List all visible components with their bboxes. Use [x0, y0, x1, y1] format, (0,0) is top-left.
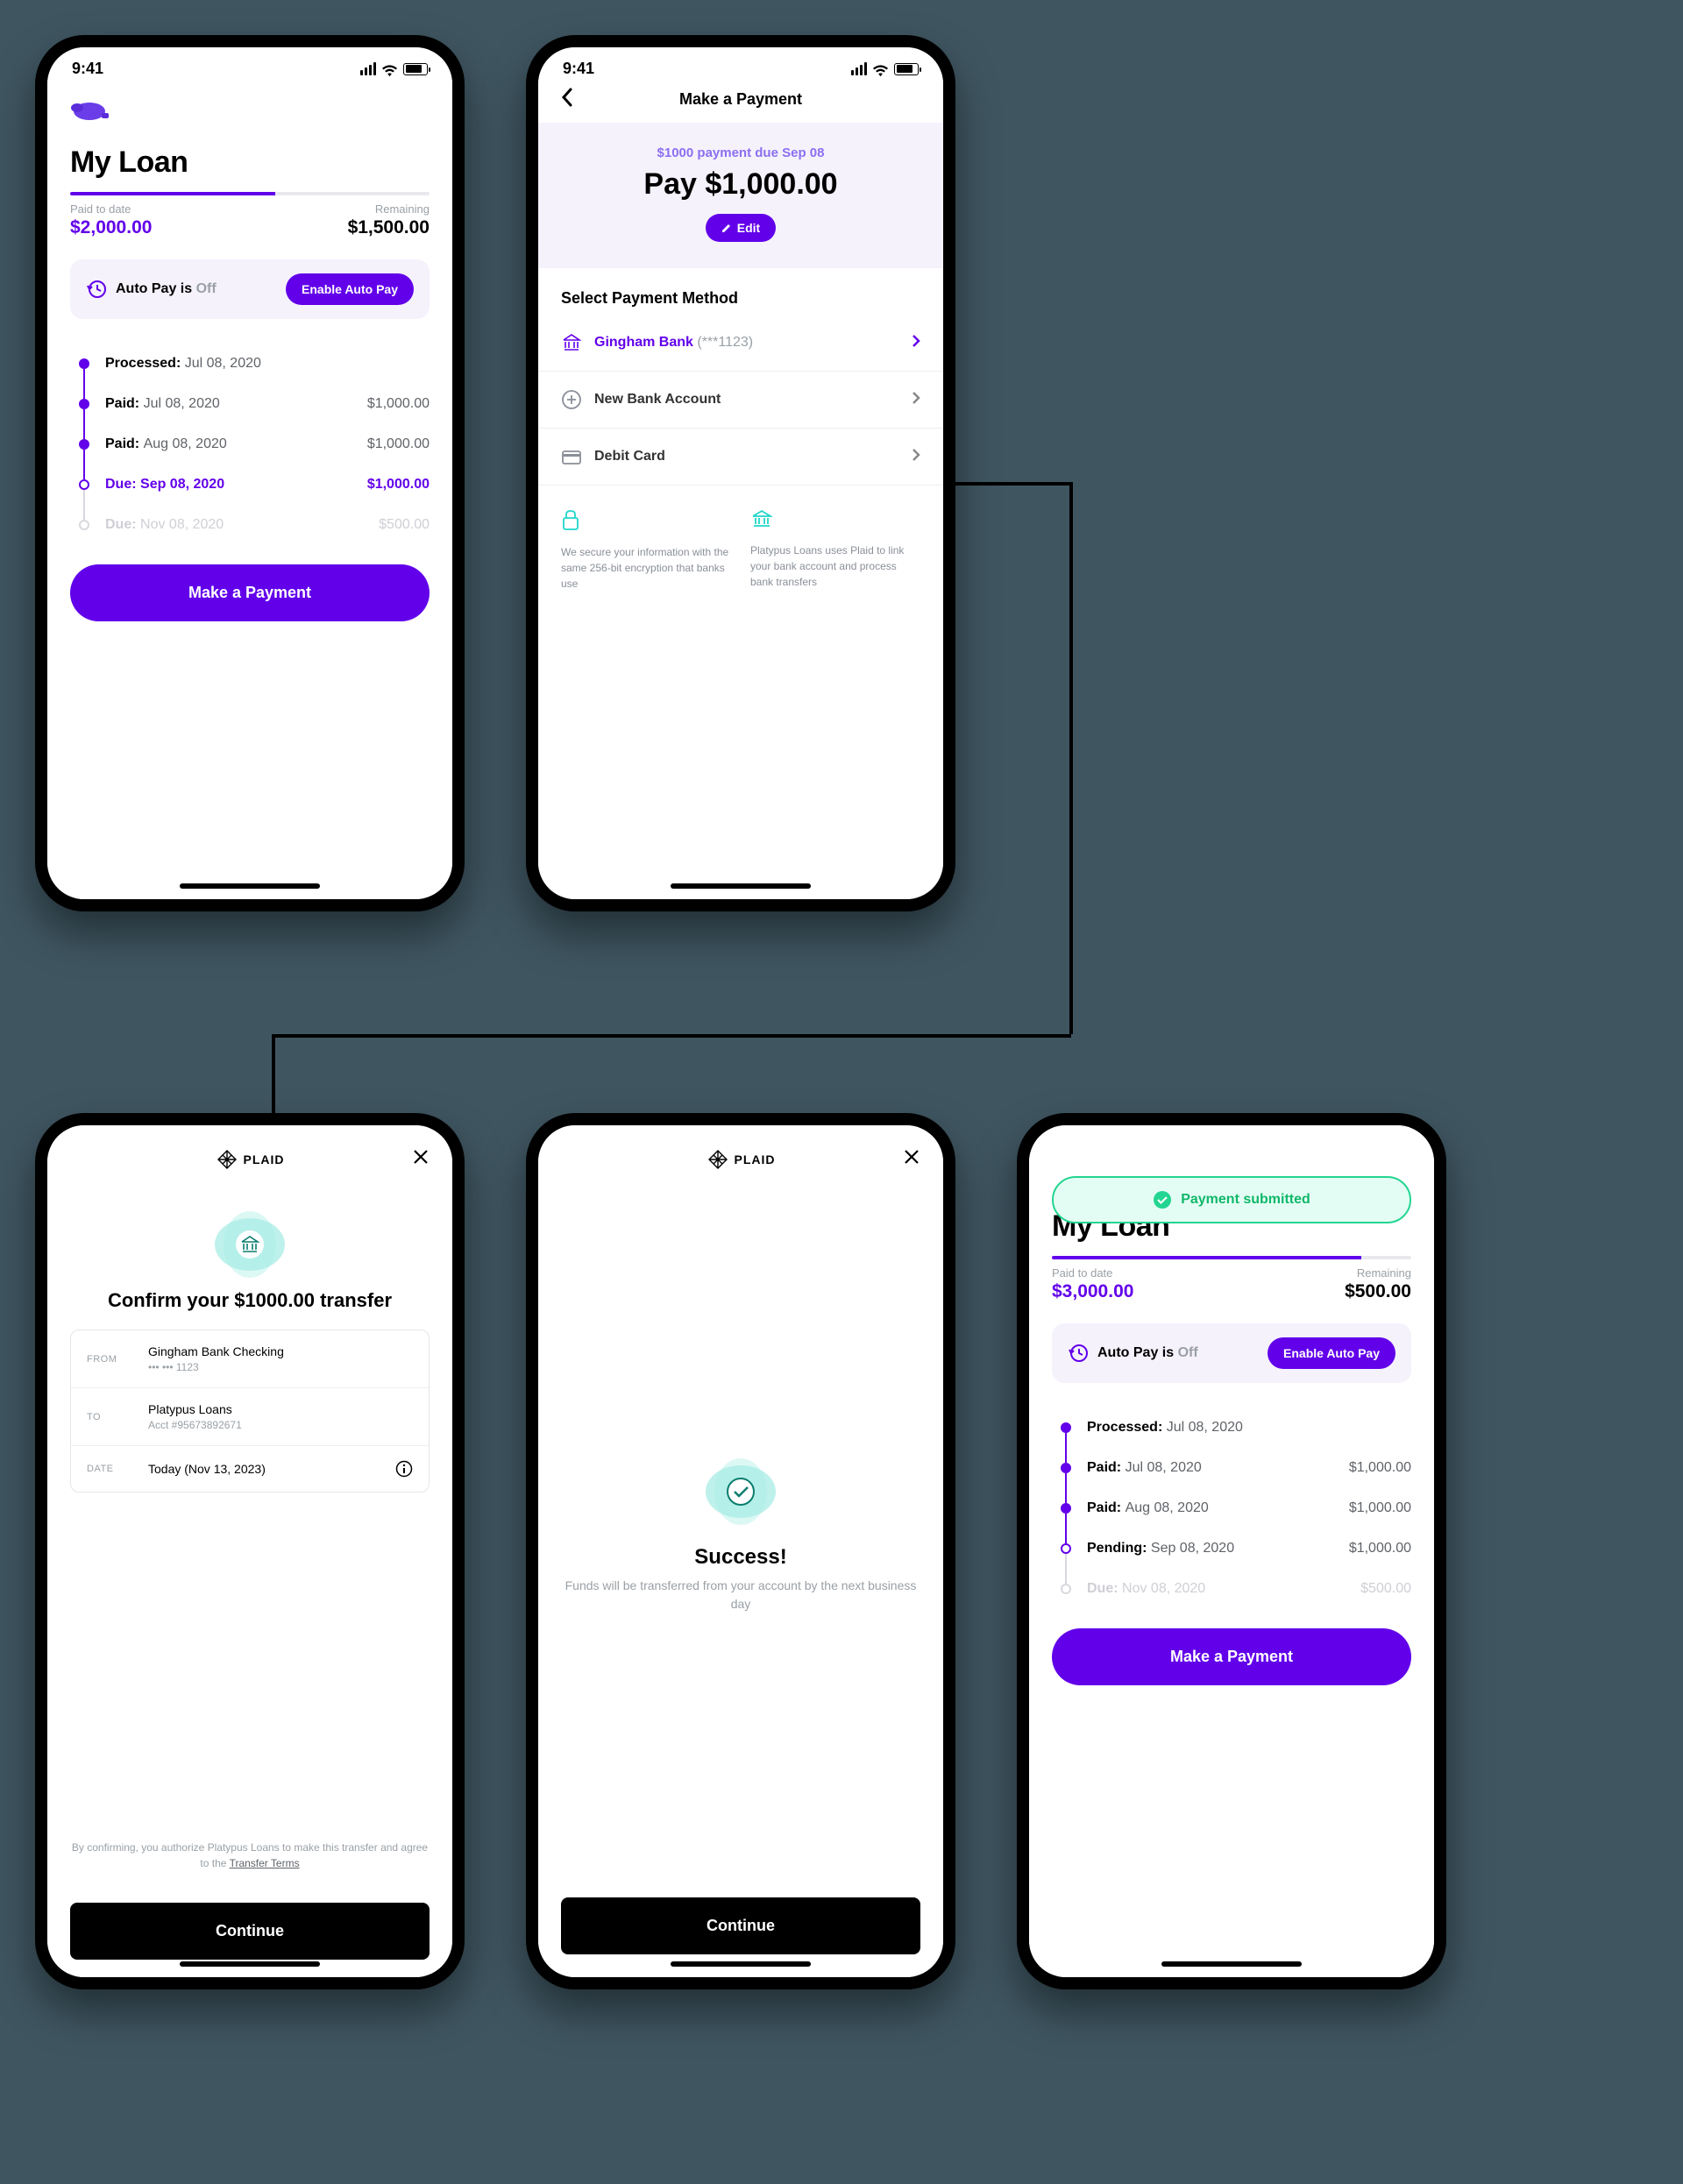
transfer-terms-link[interactable]: Transfer Terms	[230, 1857, 300, 1869]
lock-icon	[561, 508, 580, 531]
plaid-brand: PLAID	[217, 1150, 285, 1169]
info-icon[interactable]	[395, 1460, 413, 1478]
continue-button[interactable]: Continue	[70, 1903, 430, 1960]
plaid-logo-icon	[217, 1150, 237, 1169]
remaining-amount: $1,500.00	[348, 217, 430, 238]
make-payment-button[interactable]: Make a Payment	[1052, 1628, 1411, 1685]
make-payment-button[interactable]: Make a Payment	[70, 564, 430, 621]
disclaimer: By confirming, you authorize Platypus Lo…	[70, 1840, 430, 1871]
paid-label: Paid to date	[70, 202, 152, 216]
card-icon	[561, 446, 582, 467]
success-headline: Success!	[694, 1545, 786, 1570]
status-time: 9:41	[563, 60, 594, 78]
back-button[interactable]	[561, 88, 573, 112]
plaid-logo-icon	[708, 1150, 728, 1169]
enable-autopay-button[interactable]: Enable Auto Pay	[1268, 1337, 1395, 1369]
select-method-heading: Select Payment Method	[538, 268, 943, 315]
battery-icon	[894, 63, 919, 75]
autopay-card: Auto Pay is Off Enable Auto Pay	[1052, 1323, 1411, 1383]
remaining-label: Remaining	[1345, 1266, 1411, 1280]
confirm-headline: Confirm your $1000.00 transfer	[70, 1289, 430, 1312]
bank-icon	[750, 508, 773, 529]
paid-amount: $2,000.00	[70, 217, 152, 238]
close-button[interactable]	[903, 1148, 920, 1170]
plaid-info: Platypus Loans uses Plaid to link your b…	[750, 542, 920, 590]
success-body: Funds will be transferred from your acco…	[565, 1577, 917, 1613]
chevron-right-icon	[912, 334, 920, 352]
remaining-label: Remaining	[348, 202, 430, 216]
pencil-icon	[721, 223, 732, 233]
status-bar: 9:41	[47, 47, 452, 83]
loan-progress	[70, 192, 430, 195]
page-title: My Loan	[70, 145, 430, 180]
wifi-icon	[872, 63, 889, 75]
payment-method-bank[interactable]: Gingham Bank (***1123)	[538, 315, 943, 372]
phone-my-loan-updated: Payment submitted My Loan Paid to date $…	[1017, 1113, 1446, 1989]
screen-title: Make a Payment	[561, 90, 920, 109]
check-circle-icon	[726, 1477, 756, 1507]
signal-icon	[851, 62, 867, 75]
phone-make-payment: 9:41 Make a Payment $1000 payment due Se…	[526, 35, 955, 911]
payment-amount: Pay $1,000.00	[561, 167, 920, 202]
paid-amount: $3,000.00	[1052, 1281, 1133, 1302]
status-bar: 9:41	[538, 47, 943, 83]
loan-progress	[1052, 1256, 1411, 1259]
payment-due-line: $1000 payment due Sep 08	[561, 145, 920, 160]
autopay-card: Auto Pay is Off Enable Auto Pay	[70, 259, 430, 319]
wifi-icon	[381, 63, 398, 75]
payment-method-debit[interactable]: Debit Card	[538, 429, 943, 486]
history-icon	[86, 279, 107, 300]
phone-plaid-success: PLAID Success! Funds will be transferred…	[526, 1113, 955, 1989]
signal-icon	[360, 62, 376, 75]
phone-plaid-confirm: PLAID Confirm your $1000.00 transfer FRO…	[35, 1113, 465, 1989]
paid-label: Paid to date	[1052, 1266, 1133, 1280]
bank-icon	[235, 1230, 265, 1259]
plus-circle-icon	[561, 389, 582, 410]
bank-icon	[561, 332, 582, 353]
close-icon	[903, 1148, 920, 1166]
remaining-amount: $500.00	[1345, 1281, 1411, 1302]
plaid-brand: PLAID	[708, 1150, 776, 1169]
security-info: We secure your information with the same…	[561, 544, 731, 592]
continue-button[interactable]: Continue	[561, 1897, 920, 1954]
history-icon	[1068, 1343, 1089, 1364]
close-button[interactable]	[412, 1148, 430, 1170]
battery-icon	[403, 63, 428, 75]
enable-autopay-button[interactable]: Enable Auto Pay	[286, 273, 414, 305]
check-circle-icon	[1153, 1190, 1172, 1209]
payment-submitted-toast: Payment submitted	[1052, 1176, 1411, 1223]
status-time: 9:41	[72, 60, 103, 78]
edit-button[interactable]: Edit	[706, 214, 776, 242]
payment-method-new-bank[interactable]: New Bank Account	[538, 372, 943, 429]
chevron-right-icon	[912, 391, 920, 409]
chevron-right-icon	[912, 448, 920, 466]
phone-my-loan: 9:41 My Loan Paid to date $2,000.00 Rema…	[35, 35, 465, 911]
close-icon	[412, 1148, 430, 1166]
platypus-logo-icon	[70, 94, 119, 127]
